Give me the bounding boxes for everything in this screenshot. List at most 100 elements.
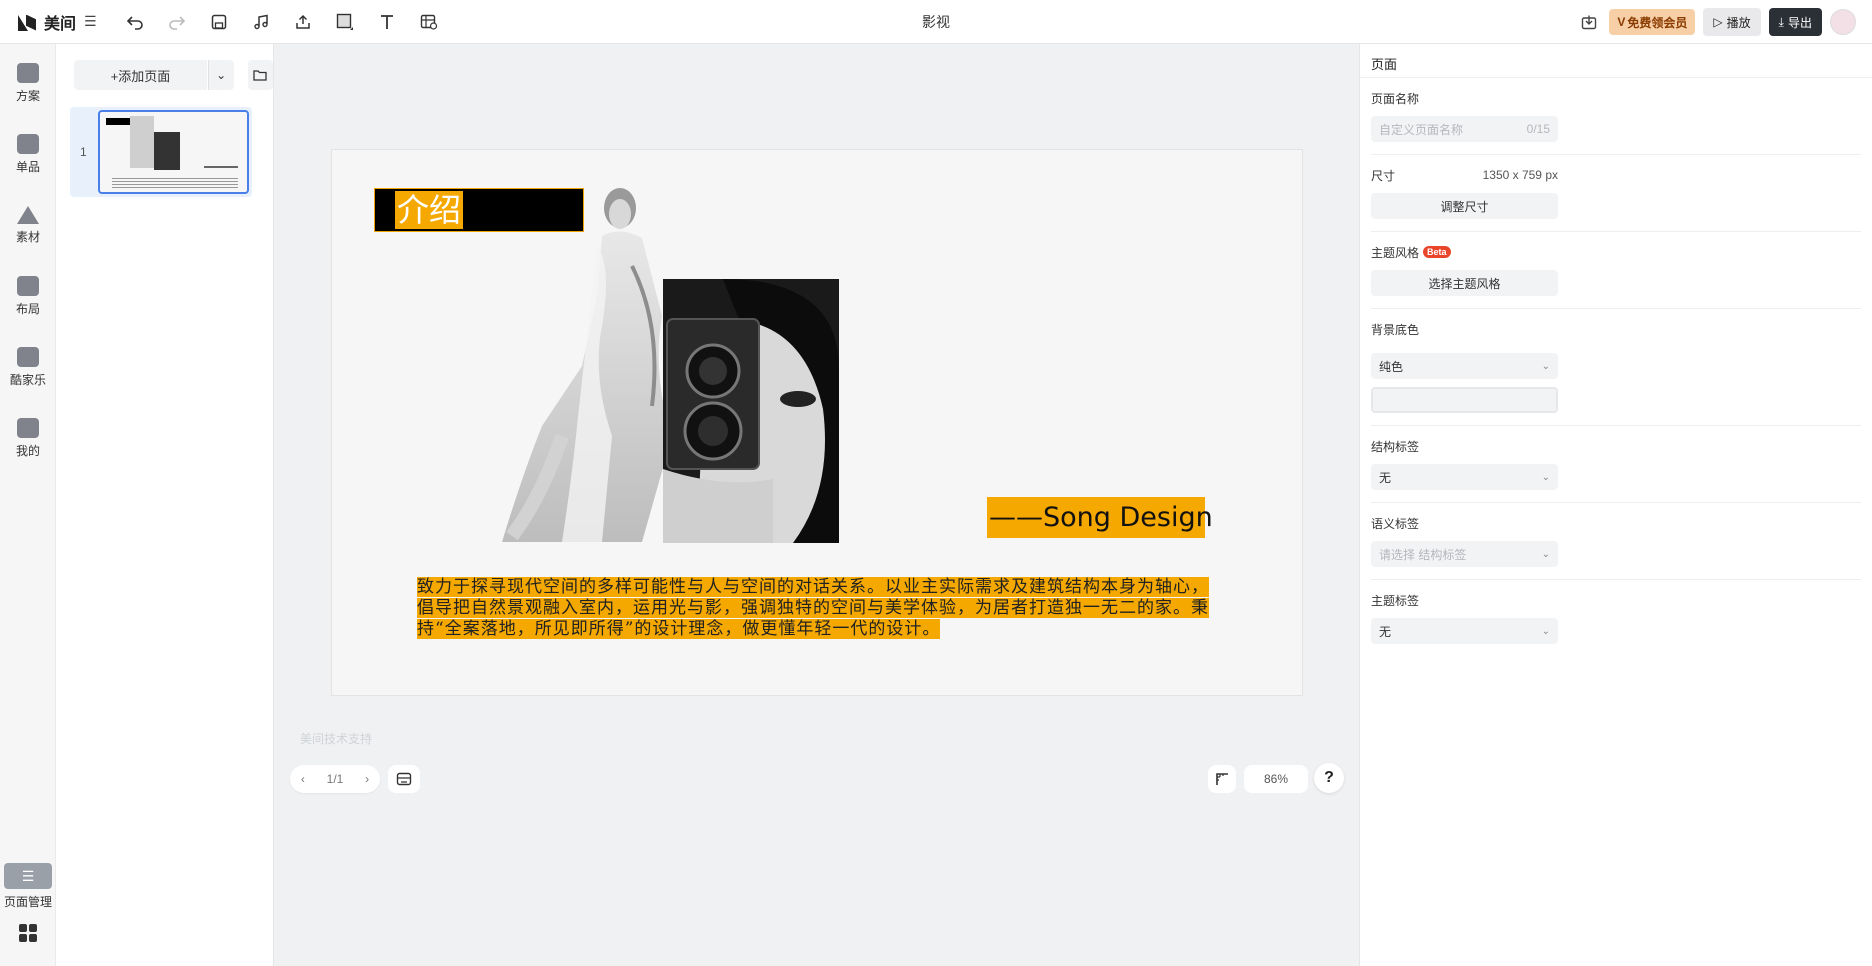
pager: ‹ 1/1 › bbox=[290, 765, 380, 793]
undo-icon[interactable] bbox=[121, 8, 149, 36]
avatar[interactable] bbox=[1830, 9, 1856, 35]
theme-row: 主题风格 Beta bbox=[1371, 242, 1861, 262]
semantic-select[interactable]: 请选择 结构标签 ⌄ bbox=[1371, 541, 1558, 567]
page-manager-label: 页面管理 bbox=[3, 895, 52, 909]
rail-item-label: 布局 bbox=[15, 302, 40, 316]
semantic-placeholder: 请选择 结构标签 bbox=[1379, 547, 1467, 562]
page-thumbnail[interactable] bbox=[98, 110, 249, 194]
table-icon[interactable] bbox=[415, 8, 443, 36]
left-rail: 方案 单品 素材 布局 酷家乐 我的 ☰ 页面管理 bbox=[0, 44, 56, 966]
rail-item-layout[interactable]: 布局 bbox=[0, 261, 56, 332]
canvas-area: 介绍 ——Song Design 致力于探寻现代空间的多样可能性与人与空间的对话… bbox=[274, 44, 1359, 966]
product-icon bbox=[17, 134, 39, 154]
theme-section: 主题风格 Beta 选择主题风格 bbox=[1360, 232, 1872, 309]
play-icon: ▷ bbox=[1713, 15, 1723, 29]
properties-heading: 页面 bbox=[1360, 44, 1872, 78]
rail-item-mine[interactable]: 我的 bbox=[0, 403, 56, 474]
rail-item-plan[interactable]: 方案 bbox=[0, 48, 56, 119]
photo-gown[interactable] bbox=[502, 176, 672, 542]
theme-button[interactable]: 选择主题风格 bbox=[1371, 270, 1558, 296]
watermark: 美间技术支持 bbox=[300, 732, 373, 746]
next-page-icon[interactable]: › bbox=[365, 772, 369, 786]
page-name-section: 页面名称 自定义页面名称 0/15 bbox=[1360, 78, 1872, 155]
rail-item-label: 素材 bbox=[15, 230, 40, 244]
bg-type-select[interactable]: 纯色 ⌄ bbox=[1371, 353, 1558, 379]
upload-icon[interactable] bbox=[289, 8, 317, 36]
size-row: 尺寸 1350 x 759 px bbox=[1371, 165, 1558, 185]
chevron-down-icon: ⌄ bbox=[216, 68, 227, 82]
chevron-down-icon: ⌄ bbox=[1541, 471, 1550, 483]
logo[interactable]: 美间 ☰ bbox=[18, 10, 97, 34]
play-label: 播放 bbox=[1726, 15, 1751, 30]
thumb-body-text bbox=[112, 178, 238, 188]
size-section: 尺寸 1350 x 759 px 调整尺寸 bbox=[1360, 155, 1872, 232]
plan-icon bbox=[17, 63, 39, 83]
slide-body-highlight: 致力于探寻现代空间的多样可能性与人与空间的对话关系。以业主实际需求及建筑结构本身… bbox=[417, 577, 1209, 639]
rail-item-label: 单品 bbox=[15, 160, 40, 174]
keyboard-icon bbox=[396, 772, 412, 786]
rail-item-label: 酷家乐 bbox=[9, 373, 46, 387]
bg-type-value: 纯色 bbox=[1379, 359, 1404, 374]
text-icon[interactable] bbox=[373, 8, 401, 36]
bg-color-swatch[interactable] bbox=[1371, 387, 1558, 413]
structure-value: 无 bbox=[1379, 470, 1392, 485]
toolbar bbox=[121, 8, 443, 36]
topic-select[interactable]: 无 ⌄ bbox=[1371, 618, 1558, 644]
page-name-placeholder: 自定义页面名称 bbox=[1379, 122, 1464, 137]
download-icon[interactable] bbox=[1577, 10, 1601, 34]
shape-icon[interactable] bbox=[331, 8, 359, 36]
ruler-icon bbox=[1216, 773, 1228, 785]
slide-signature[interactable]: ——Song Design bbox=[987, 497, 1213, 538]
material-icon bbox=[17, 206, 39, 224]
slide[interactable]: 介绍 ——Song Design 致力于探寻现代空间的多样可能性与人与空间的对话… bbox=[332, 150, 1302, 695]
page-number: 1 bbox=[80, 145, 87, 159]
structure-select[interactable]: 无 ⌄ bbox=[1371, 464, 1558, 490]
layout-icon bbox=[17, 276, 39, 296]
music-icon[interactable] bbox=[247, 8, 275, 36]
size-label: 尺寸 bbox=[1371, 168, 1396, 183]
beta-badge: Beta bbox=[1423, 246, 1451, 258]
rail-item-product[interactable]: 单品 bbox=[0, 119, 56, 190]
top-bar: 美间 ☰ 影视 V 免费领会员 ▷ 播放 ⤓ 导出 bbox=[0, 0, 1872, 44]
semantic-label: 语义标签 bbox=[1371, 516, 1420, 531]
folder-button[interactable] bbox=[247, 60, 273, 90]
rail-item-label: 方案 bbox=[15, 89, 40, 103]
photo-camera[interactable] bbox=[663, 279, 839, 543]
topic-value: 无 bbox=[1379, 624, 1392, 639]
grid-icon[interactable] bbox=[19, 924, 37, 942]
resize-button[interactable]: 调整尺寸 bbox=[1371, 193, 1558, 219]
save-icon[interactable] bbox=[205, 8, 233, 36]
keyboard-button[interactable] bbox=[388, 765, 420, 793]
export-label: 导出 bbox=[1787, 15, 1812, 30]
menu-icon[interactable]: ☰ bbox=[84, 13, 97, 30]
page-list-item[interactable]: 1 bbox=[70, 107, 252, 197]
help-button[interactable]: ? bbox=[1314, 763, 1344, 793]
theme-label: 主题风格 bbox=[1371, 245, 1420, 260]
add-page-dropdown[interactable]: ⌄ bbox=[207, 60, 234, 90]
add-page-row: +添加页面 ⌄ bbox=[74, 60, 273, 90]
logo-icon bbox=[18, 13, 38, 31]
ruler-button[interactable] bbox=[1208, 765, 1236, 793]
rail-bottom: ☰ 页面管理 bbox=[0, 863, 56, 966]
play-button[interactable]: ▷ 播放 bbox=[1703, 8, 1761, 36]
page-manager-button[interactable]: ☰ 页面管理 bbox=[0, 863, 56, 910]
chevron-down-icon: ⌄ bbox=[1541, 625, 1550, 637]
export-button[interactable]: ⤓ 导出 bbox=[1768, 8, 1822, 36]
export-icon: ⤓ bbox=[1778, 14, 1784, 29]
add-page-button[interactable]: +添加页面 bbox=[74, 60, 207, 90]
page-name-input[interactable]: 自定义页面名称 0/15 bbox=[1371, 116, 1558, 142]
slide-body-text[interactable]: 致力于探寻现代空间的多样可能性与人与空间的对话关系。以业主实际需求及建筑结构本身… bbox=[417, 577, 1211, 640]
semantic-section: 语义标签 请选择 结构标签 ⌄ bbox=[1360, 503, 1872, 580]
rail-item-material[interactable]: 素材 bbox=[0, 190, 56, 261]
rail-item-kujiale[interactable]: 酷家乐 bbox=[0, 332, 56, 403]
background-section: 背景底色 纯色 ⌄ bbox=[1360, 309, 1872, 426]
slide-title[interactable]: 介绍 bbox=[395, 191, 464, 229]
thumb-photo-1 bbox=[130, 116, 154, 168]
document-title[interactable]: 影视 bbox=[922, 12, 950, 32]
structure-label: 结构标签 bbox=[1371, 439, 1420, 454]
vip-button[interactable]: V 免费领会员 bbox=[1609, 9, 1696, 35]
chevron-down-icon: ⌄ bbox=[1541, 548, 1550, 560]
prev-page-icon[interactable]: ‹ bbox=[301, 772, 305, 786]
redo-icon[interactable] bbox=[163, 8, 191, 36]
zoom-level[interactable]: 86% bbox=[1244, 765, 1308, 793]
